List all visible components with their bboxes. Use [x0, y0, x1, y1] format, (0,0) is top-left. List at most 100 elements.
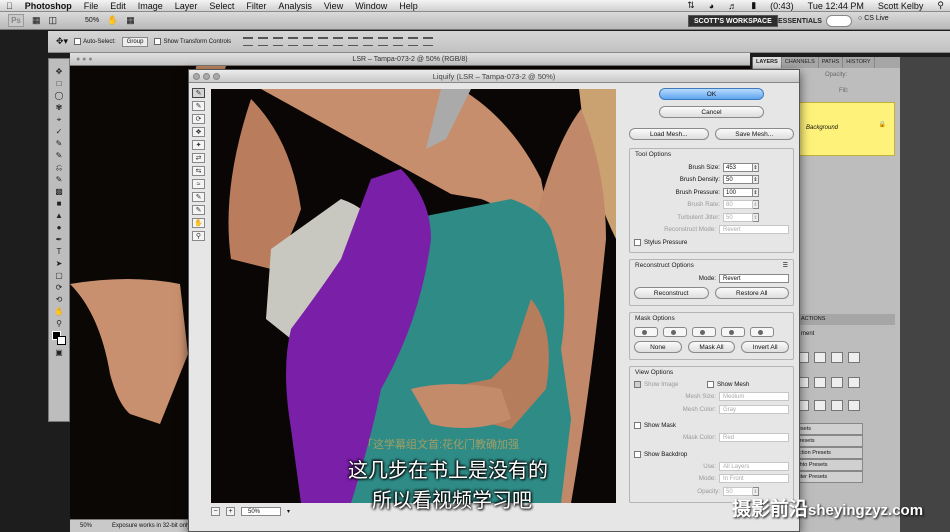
background-color[interactable] [57, 336, 66, 345]
mask-none-button[interactable]: None [634, 340, 682, 353]
tab-channels[interactable]: CHANNELS [782, 57, 819, 68]
reconstruct-mode-select[interactable]: Revert [719, 225, 789, 235]
replace-selection-icon[interactable] [634, 326, 658, 337]
zoom-out-button[interactable]: − [211, 506, 220, 516]
distribute-right-icon[interactable] [408, 37, 419, 46]
hand-tool-icon[interactable]: ✋ [192, 218, 205, 228]
type-tool-icon[interactable]: T [53, 247, 66, 256]
selective-color-icon[interactable] [848, 400, 860, 411]
pen-tool-icon[interactable]: ✒ [53, 235, 66, 244]
zoom-tool-icon[interactable]: ⚲ [192, 231, 205, 241]
quick-select-tool-icon[interactable]: ✾ [53, 103, 66, 112]
preset-item[interactable]: Presets [793, 435, 863, 447]
crop-tool-icon[interactable]: ⌖ [53, 115, 66, 124]
auto-select-dropdown[interactable]: Group [121, 36, 149, 47]
stylus-pressure-checkbox[interactable] [634, 238, 641, 246]
distribute-bottom-icon[interactable] [363, 37, 374, 46]
posterize-icon[interactable] [814, 400, 826, 411]
lasso-tool-icon[interactable]: ◯ [53, 91, 66, 100]
gradient-map-icon[interactable] [831, 400, 843, 411]
status-info[interactable]: Exposure works in 32-bit only [112, 520, 190, 532]
save-mesh-button[interactable]: Save Mesh... [714, 128, 794, 140]
quick-mask-icon[interactable]: ▣ [53, 348, 66, 357]
thaw-mask-tool-icon[interactable]: ✎ [192, 205, 205, 215]
intersect-with-selection-icon[interactable] [721, 326, 745, 337]
cancel-button[interactable]: Cancel [659, 106, 764, 118]
eyedropper-tool-icon[interactable]: ✓ [53, 127, 66, 136]
workspace-scotts[interactable]: SCOTT'S WORKSPACE [688, 15, 778, 27]
path-select-tool-icon[interactable]: ➤ [53, 259, 66, 268]
menu-analysis[interactable]: Analysis [272, 1, 318, 11]
panel-menu-icon[interactable]: ☰ [783, 262, 788, 269]
preset-item[interactable]: Phto Presets [793, 459, 863, 471]
mirror-tool-icon[interactable]: ⇆ [192, 166, 205, 176]
bloat-tool-icon[interactable]: ✦ [192, 140, 205, 150]
distribute-top-icon[interactable] [333, 37, 344, 46]
black-white-icon[interactable] [848, 377, 860, 388]
healing-brush-tool-icon[interactable]: ✎ [53, 139, 66, 148]
zoom-tool-icon[interactable]: ⚲ [53, 319, 66, 328]
show-image-checkbox[interactable] [634, 381, 641, 388]
shape-tool-icon[interactable]: ▢ [53, 271, 66, 280]
invert-all-button[interactable]: Invert All [741, 340, 790, 353]
menu-help[interactable]: Help [393, 1, 424, 11]
menu-edit[interactable]: Edit [104, 1, 132, 11]
distribute-vcenter-icon[interactable] [348, 37, 359, 46]
restore-all-button[interactable]: Restore All [714, 286, 789, 299]
zoom-value[interactable]: 50% [241, 506, 281, 516]
bridge-icon[interactable]: ▦ [32, 15, 41, 26]
brush-density-stepper[interactable]: ⇕ [753, 175, 759, 185]
exposure-icon[interactable] [848, 352, 860, 363]
battery-icon[interactable]: ▮ [745, 0, 762, 11]
move-tool-icon[interactable]: ✥ [53, 67, 66, 76]
tab-history[interactable]: HISTORY [843, 57, 875, 68]
zoom-dropdown-icon[interactable]: ▾ [287, 508, 290, 515]
subtract-from-selection-icon[interactable] [692, 326, 716, 337]
zoom-icon[interactable] [213, 73, 220, 80]
twirl-tool-icon[interactable]: ⟳ [192, 114, 205, 124]
freeze-mask-tool-icon[interactable]: ✎ [192, 192, 205, 202]
move-tool-icon[interactable]: ✥▾ [56, 36, 68, 47]
zoom-level[interactable]: 50% [85, 17, 99, 24]
distribute-left-icon[interactable] [378, 37, 389, 46]
tab-paths[interactable]: PATHS [819, 57, 844, 68]
mask-all-button[interactable]: Mask All [687, 340, 736, 353]
minibridge-icon[interactable]: ◫ [49, 15, 58, 26]
show-backdrop-checkbox[interactable] [634, 450, 641, 458]
menu-view[interactable]: View [318, 1, 349, 11]
layer-background[interactable]: Background 🔒 [795, 102, 895, 156]
document-title-bar[interactable]: ● ● ● LSR – Tampa-073-2 @ 50% (RGB/8) [70, 53, 750, 66]
search-field[interactable] [826, 15, 852, 27]
brush-tool-icon[interactable]: ✎ [53, 151, 66, 160]
hand-tool-icon[interactable]: ✋ [53, 307, 66, 316]
menu-select[interactable]: Select [203, 1, 240, 11]
zoom-in-button[interactable]: + [226, 506, 235, 516]
color-balance-icon[interactable] [831, 377, 843, 388]
brush-rate-field[interactable]: 80 [723, 200, 753, 210]
gradient-tool-icon[interactable]: ■ [53, 199, 66, 208]
bluetooth-icon[interactable]: ⇅ [681, 0, 701, 11]
reconstruct-tool-icon[interactable]: ✎ [192, 101, 205, 111]
turbulent-jitter-stepper[interactable]: ⇕ [753, 212, 759, 222]
dodge-tool-icon[interactable]: ● [53, 223, 66, 232]
cs-live-button[interactable]: ○ CS Live [858, 15, 889, 22]
turbulent-jitter-field[interactable]: 50 [723, 212, 753, 222]
brush-pressure-field[interactable]: 100 [723, 187, 753, 197]
turbulence-tool-icon[interactable]: ≈ [192, 179, 205, 189]
mask-color-select[interactable]: Red [719, 433, 789, 443]
preset-item[interactable]: resets [793, 423, 863, 435]
3d-rotate-tool-icon[interactable]: ⟳ [53, 283, 66, 292]
menu-layer[interactable]: Layer [169, 1, 204, 11]
curves-icon[interactable] [831, 352, 843, 363]
levels-icon[interactable] [814, 352, 826, 363]
mesh-size-select[interactable]: Medium [719, 392, 789, 402]
clock[interactable]: Tue 12:44 PM [802, 1, 870, 11]
backdrop-mode-select[interactable]: In Front [719, 474, 789, 484]
spotlight-icon[interactable]: ⚲ [931, 0, 950, 11]
menu-photoshop[interactable]: Photoshop [19, 1, 78, 11]
tab-actions[interactable]: ACTIONS [795, 314, 895, 325]
menu-file[interactable]: File [78, 1, 105, 11]
reconstruct-button[interactable]: Reconstruct [634, 286, 709, 299]
arrange-icon[interactable]: ▦ [126, 15, 135, 26]
blur-tool-icon[interactable]: ▲ [53, 211, 66, 220]
